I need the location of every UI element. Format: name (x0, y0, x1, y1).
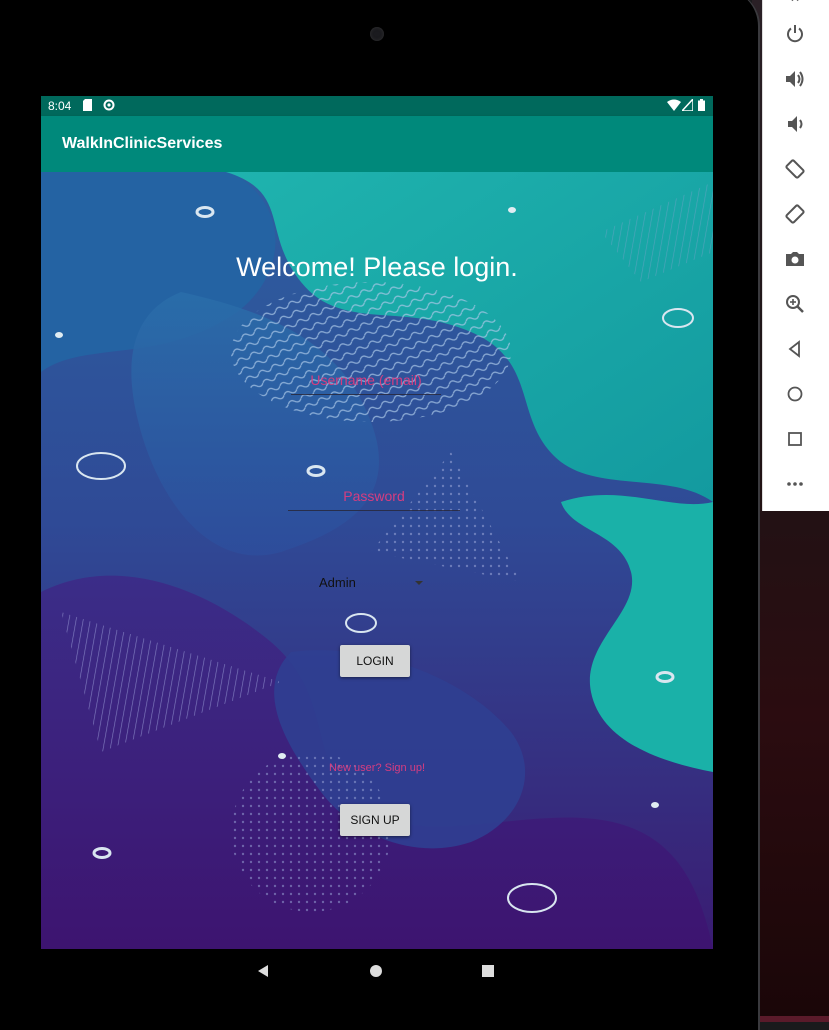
close-icon[interactable]: ✕ (790, 0, 800, 5)
power-icon[interactable] (783, 22, 807, 46)
welcome-heading: Welcome! Please login. (236, 252, 518, 282)
overview-icon[interactable] (783, 427, 807, 451)
status-bar: 8:04 (41, 96, 713, 116)
signup-button[interactable]: SIGN UP (340, 804, 410, 836)
volume-down-icon[interactable] (783, 112, 807, 136)
front-camera (370, 27, 384, 41)
password-placeholder: Password (343, 488, 405, 504)
recents-icon[interactable] (478, 961, 498, 981)
emulator-toolbar: ✕ (762, 0, 829, 511)
back-icon[interactable] (253, 961, 273, 981)
signup-prompt: New user? Sign up! (329, 762, 425, 774)
login-screen: Welcome! Please login. Username (email) … (41, 172, 713, 949)
home-icon[interactable] (783, 382, 807, 406)
username-input[interactable]: Username (email) (291, 372, 441, 395)
username-placeholder: Username (email) (310, 372, 422, 388)
app-bar: WalkInClinicServices (41, 116, 713, 172)
sd-card-icon (83, 99, 92, 111)
rotate-left-icon[interactable] (783, 157, 807, 181)
navigation-bar (41, 949, 713, 992)
app-title: WalkInClinicServices (62, 135, 223, 152)
camera-icon[interactable] (783, 247, 807, 271)
password-input[interactable]: Password (288, 488, 460, 511)
dropdown-arrow-icon (415, 581, 423, 585)
role-dropdown-value: Admin (319, 575, 356, 590)
battery-icon (698, 99, 705, 111)
more-icon[interactable] (783, 472, 807, 496)
status-time: 8:04 (48, 99, 72, 113)
signal-icon (682, 99, 693, 111)
login-button[interactable]: LOGIN (340, 645, 410, 677)
rotate-right-icon[interactable] (783, 202, 807, 226)
wifi-icon (667, 99, 681, 111)
sync-icon (103, 99, 115, 111)
zoom-icon[interactable] (783, 292, 807, 316)
role-dropdown[interactable]: Admin (311, 571, 431, 595)
volume-up-icon[interactable] (783, 67, 807, 91)
back-icon[interactable] (783, 337, 807, 361)
home-icon[interactable] (366, 961, 386, 981)
device-screen: 8:04 WalkInClinicServices Welcome! Pleas… (41, 96, 713, 992)
